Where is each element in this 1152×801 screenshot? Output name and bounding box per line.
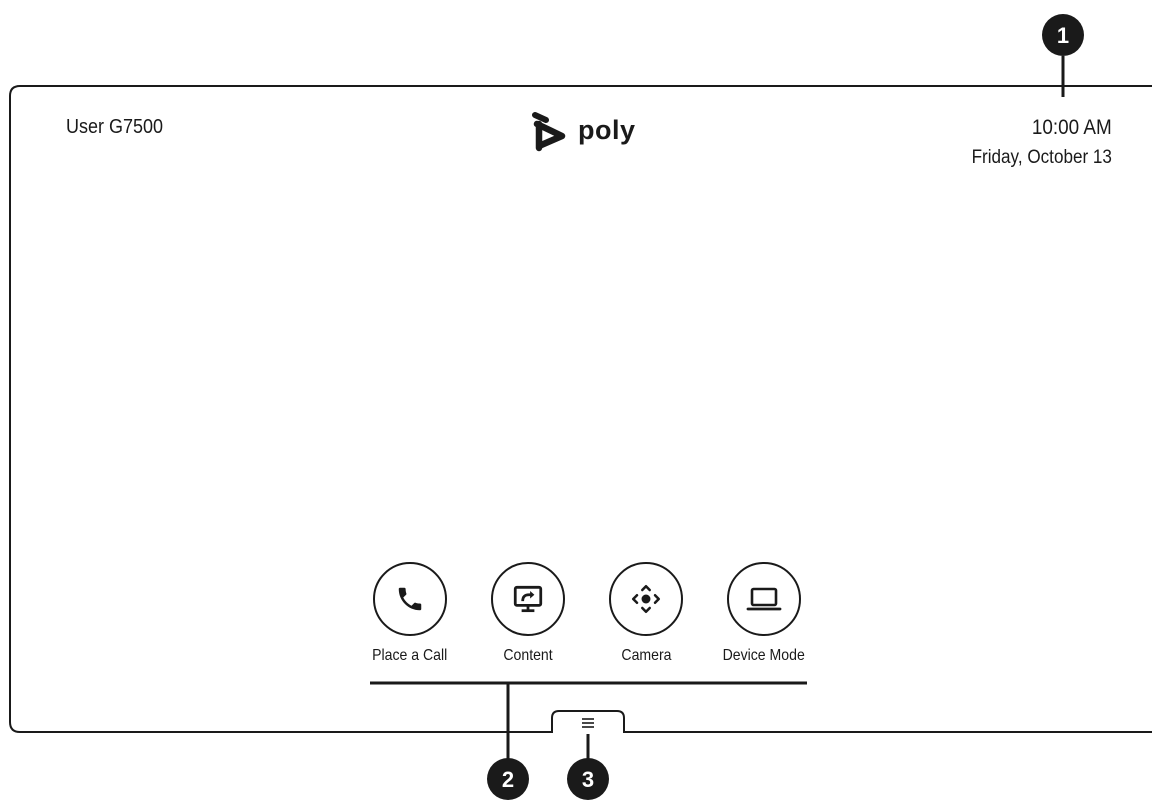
callout-2-badge: 2 bbox=[487, 758, 529, 800]
camera-circle[interactable] bbox=[609, 562, 683, 636]
callout-3-number: 3 bbox=[582, 767, 594, 792]
clock-date: Friday, October 13 bbox=[971, 147, 1112, 168]
share-screen-icon bbox=[513, 585, 543, 613]
place-call-circle[interactable] bbox=[373, 562, 447, 636]
place-call-button[interactable]: Place a Call bbox=[350, 562, 470, 665]
camera-button[interactable]: Camera bbox=[586, 562, 706, 665]
content-button[interactable]: Content bbox=[468, 562, 588, 665]
content-circle[interactable] bbox=[491, 562, 565, 636]
content-label: Content bbox=[503, 647, 553, 664]
phone-icon bbox=[398, 587, 422, 611]
callout-3-badge: 3 bbox=[567, 758, 609, 800]
callout-2-number: 2 bbox=[502, 767, 514, 792]
callout-1-badge: 1 bbox=[1042, 14, 1084, 56]
hamburger-menu-icon bbox=[582, 718, 594, 728]
callout-1-number: 1 bbox=[1057, 23, 1069, 48]
device-mode-label: Device Mode bbox=[722, 647, 806, 664]
menu-tab-button[interactable] bbox=[556, 711, 620, 733]
poly-logo-mark-icon bbox=[532, 112, 566, 152]
camera-label: Camera bbox=[620, 647, 672, 664]
poly-logo-text: poly bbox=[578, 114, 636, 145]
place-call-label: Place a Call bbox=[372, 647, 448, 664]
device-mode-button[interactable]: Device Mode bbox=[704, 562, 824, 665]
camera-control-icon bbox=[631, 584, 661, 614]
laptop-icon bbox=[746, 587, 782, 611]
poly-logo: poly bbox=[530, 112, 636, 152]
device-mode-circle[interactable] bbox=[727, 562, 801, 636]
clock-time: 10:00 AM bbox=[1032, 116, 1112, 139]
user-name: User G7500 bbox=[66, 116, 164, 138]
